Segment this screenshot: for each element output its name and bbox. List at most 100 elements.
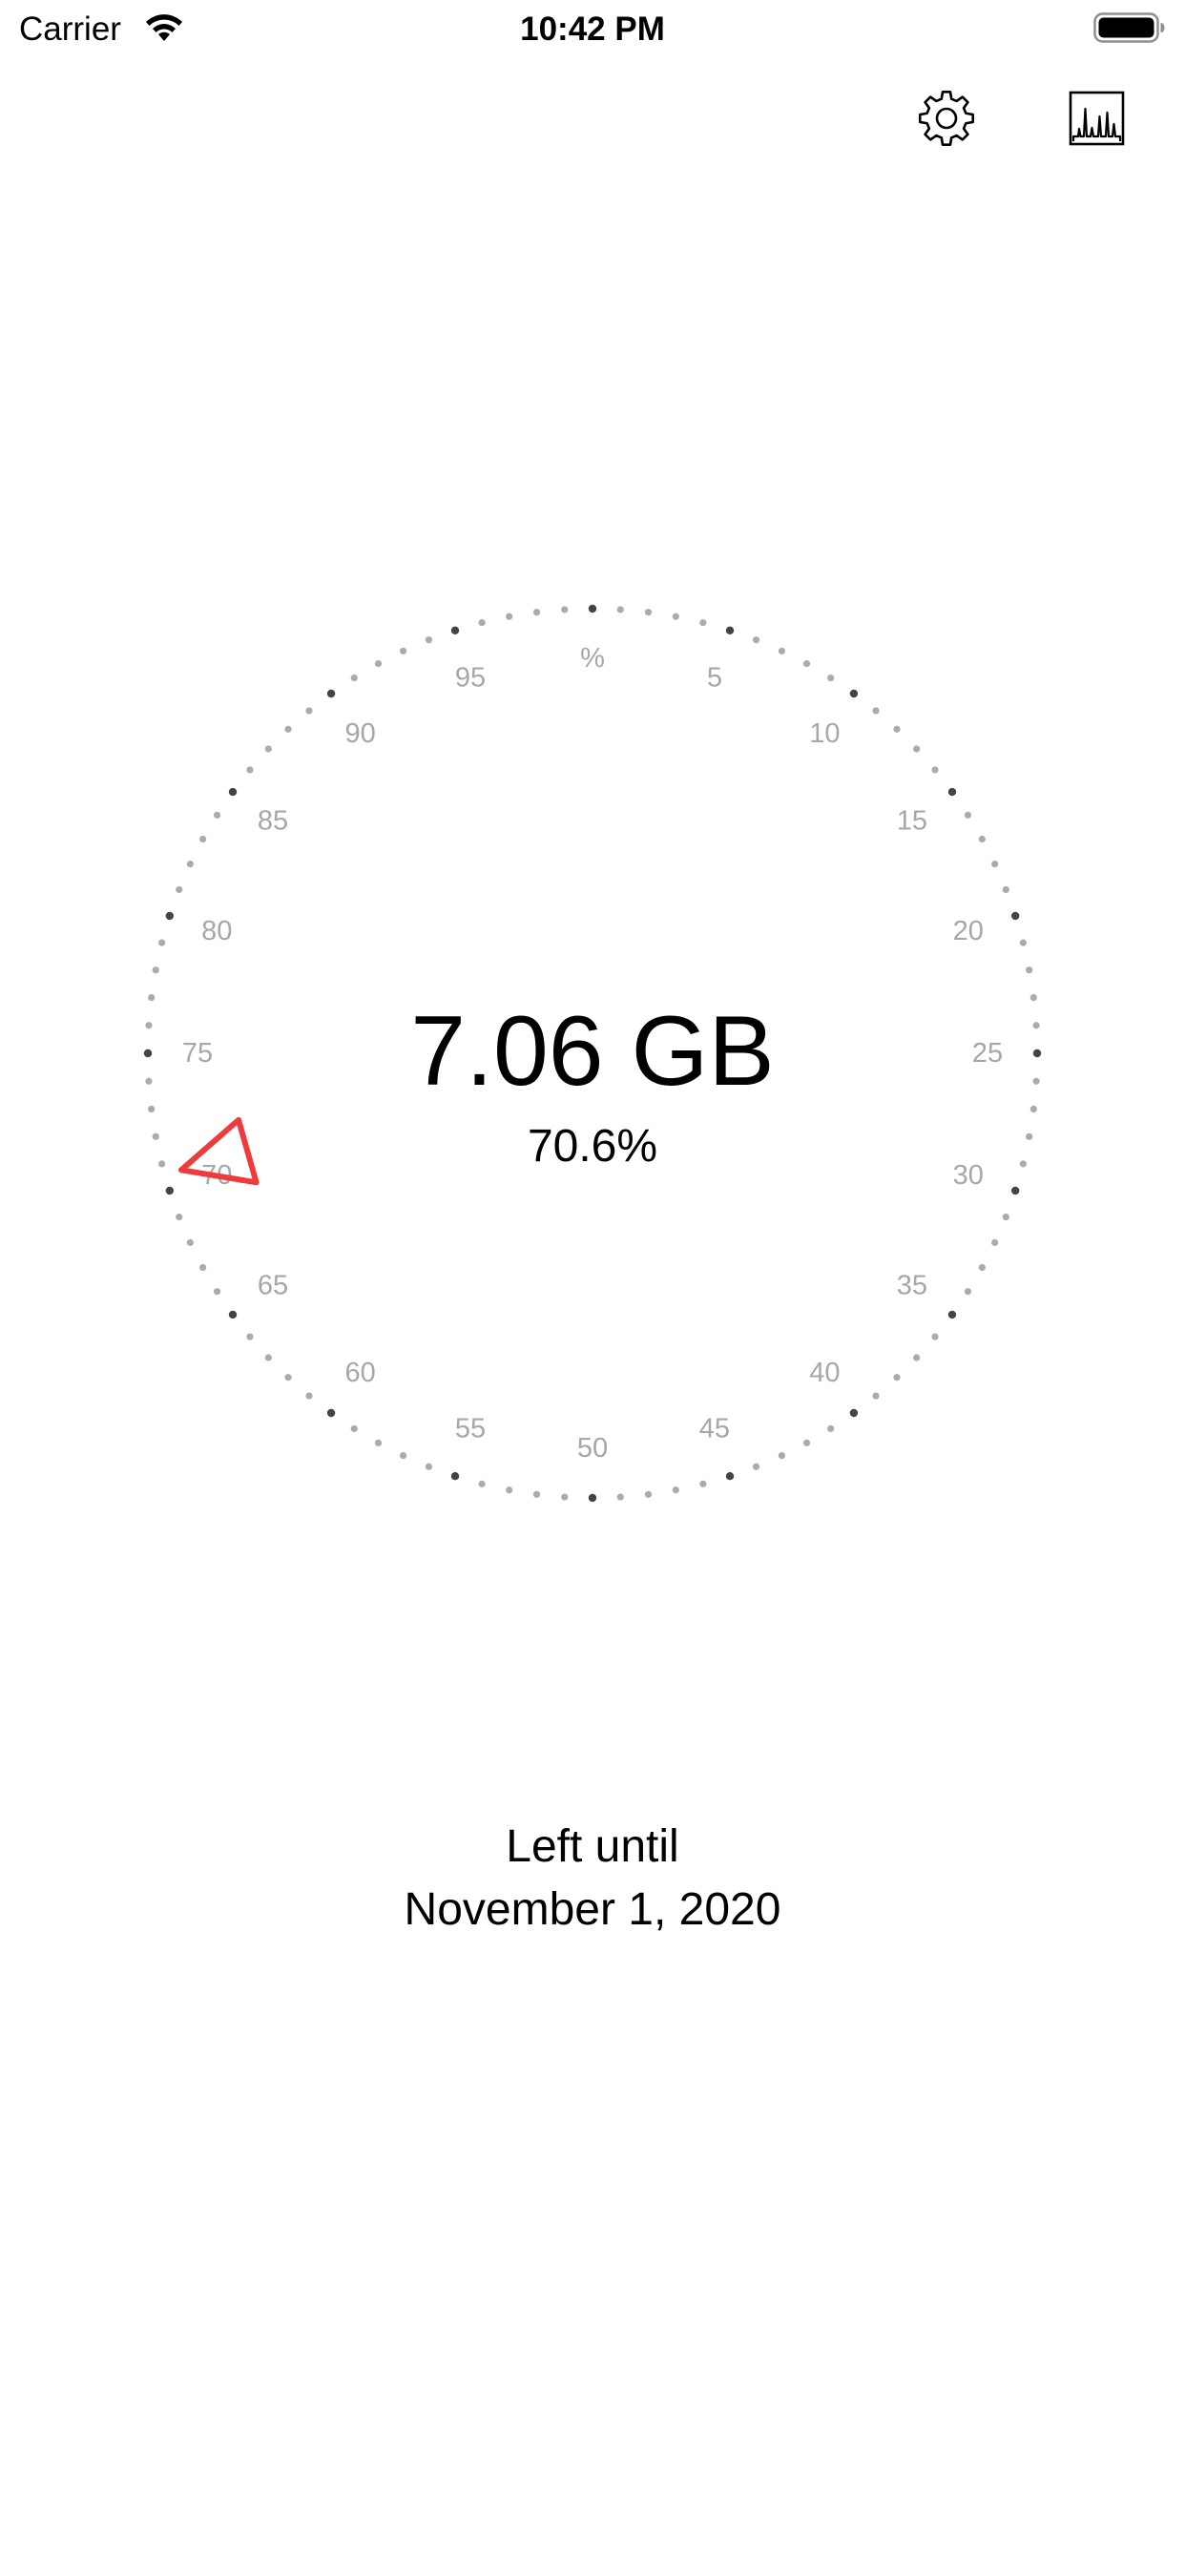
gauge-minor-tick [176, 885, 183, 894]
gauge-label: 20 [953, 916, 984, 946]
gauge-minor-tick [305, 707, 313, 715]
gauge-minor-tick [672, 1486, 679, 1494]
settings-button[interactable] [910, 82, 983, 155]
gauge-minor-tick [913, 1354, 921, 1361]
gauge-major-tick [588, 1493, 597, 1503]
gauge-minor-tick [425, 1463, 433, 1470]
gauge-minor-tick [350, 674, 358, 682]
gauge-label: 5 [707, 662, 722, 693]
gauge-minor-tick [506, 1486, 513, 1494]
gauge-minor-tick [964, 1288, 972, 1296]
gauge-minor-tick [699, 619, 707, 627]
status-bar: Carrier 10:42 PM [0, 0, 1185, 59]
gauge-label: 65 [258, 1270, 288, 1300]
gauge-minor-tick [931, 1333, 939, 1340]
gauge-major-tick [326, 689, 336, 698]
gauge-minor-tick [978, 1263, 986, 1272]
caption-date: November 1, 2020 [404, 1884, 781, 1935]
gauge-label: 50 [577, 1433, 608, 1464]
storage-gauge: %5101520253035404550556065707580859095 [143, 604, 1042, 1503]
gauge-minor-tick [264, 745, 272, 753]
gauge-minor-tick [872, 707, 880, 715]
gauge-minor-tick [399, 647, 407, 654]
gauge-label: 55 [455, 1414, 486, 1444]
gauge-minor-tick [978, 835, 986, 843]
battery-icon [1093, 12, 1165, 43]
gear-icon [918, 90, 975, 147]
gauge-major-tick [165, 911, 175, 921]
gauge-major-tick [849, 689, 859, 698]
gauge-label: 15 [897, 806, 927, 837]
gauge-major-tick [165, 1186, 175, 1195]
gauge-major-tick [947, 1310, 957, 1319]
gauge-minor-tick [931, 766, 939, 774]
gauge-minor-tick [264, 1354, 272, 1361]
gauge-minor-tick [425, 636, 433, 644]
gauge-label: % [580, 643, 605, 674]
gauge-minor-tick [893, 725, 901, 733]
gauge-major-tick [1010, 1186, 1020, 1195]
gauge-minor-tick [213, 1288, 221, 1296]
gauge-minor-tick [176, 1213, 183, 1221]
gauge-minor-tick [186, 1238, 194, 1247]
gauge-minor-tick [561, 1493, 569, 1501]
stats-button[interactable] [1059, 82, 1132, 155]
caption-left-until: Left until [506, 1821, 679, 1872]
gauge-minor-tick [778, 647, 786, 654]
gauge-minor-tick [644, 609, 653, 616]
gauge-minor-tick [246, 766, 254, 774]
gauge-minor-tick [802, 660, 811, 668]
remaining-amount: 7.06 GB [410, 996, 775, 1107]
gauge-minor-tick [827, 674, 835, 682]
bar-chart-icon [1069, 91, 1125, 146]
gauge-minor-tick [616, 606, 624, 613]
gauge-minor-tick [1002, 1213, 1009, 1221]
gauge-minor-tick [478, 619, 486, 627]
status-time: 10:42 PM [520, 10, 665, 48]
gauge-label: 90 [345, 718, 376, 749]
gauge-label: 10 [809, 718, 840, 749]
gauge-label: 80 [201, 916, 232, 946]
gauge-minor-tick [478, 1480, 486, 1487]
gauge-minor-tick [893, 1374, 901, 1381]
gauge-minor-tick [644, 1490, 653, 1498]
gauge-major-tick [725, 626, 735, 635]
gauge-major-tick [588, 604, 597, 613]
gauge-minor-tick [913, 745, 921, 753]
gauge-minor-tick [699, 1480, 707, 1487]
gauge-major-tick [849, 1408, 859, 1418]
gauge-label: 45 [699, 1414, 730, 1444]
gauge-minor-tick [1002, 885, 1009, 894]
gauge-label: 40 [809, 1358, 840, 1388]
gauge-minor-tick [199, 1263, 207, 1272]
gauge-minor-tick [1019, 939, 1027, 946]
gauge-minor-tick [672, 613, 679, 620]
gauge-major-tick [947, 787, 957, 797]
gauge-label: 95 [455, 662, 486, 693]
gauge-minor-tick [152, 966, 159, 974]
gauge-minor-tick [284, 1374, 292, 1381]
gauge-minor-tick [350, 1424, 358, 1433]
gauge-minor-tick [532, 609, 541, 616]
gauge-minor-tick [506, 613, 513, 620]
gauge-minor-tick [802, 1439, 811, 1446]
gauge-minor-tick [158, 939, 166, 946]
gauge-minor-tick [305, 1392, 313, 1400]
gauge-minor-tick [213, 811, 221, 819]
gauge-minor-tick [752, 1463, 760, 1470]
gauge-minor-tick [752, 636, 760, 644]
gauge-minor-tick [964, 811, 972, 819]
gauge-label: 60 [345, 1358, 376, 1388]
gauge-major-tick [450, 626, 460, 635]
gauge-minor-tick [616, 1493, 624, 1501]
gauge-label: 85 [258, 806, 288, 837]
gauge-minor-tick [532, 1490, 541, 1498]
gauge-minor-tick [284, 725, 292, 733]
gauge-major-tick [228, 787, 238, 797]
gauge-major-tick [326, 1408, 336, 1418]
gauge-minor-tick [246, 1333, 254, 1340]
gauge-major-tick [228, 1310, 238, 1319]
remaining-percent: 70.6% [527, 1121, 658, 1172]
gauge-minor-tick [399, 1452, 407, 1460]
gauge-minor-tick [199, 835, 207, 843]
